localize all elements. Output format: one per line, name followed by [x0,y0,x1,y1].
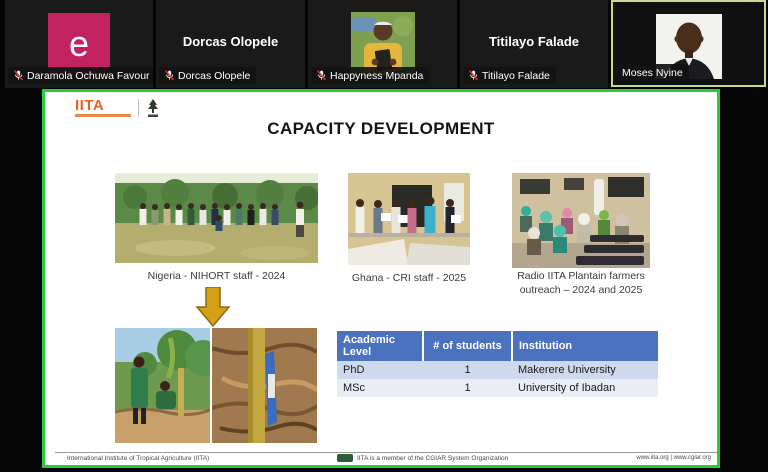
cell-level: PhD [337,361,423,379]
participant-name: Happyness Mpanda [330,70,423,82]
cell-count: 1 [423,361,512,379]
photo-nigeria-group [115,173,318,263]
cgiar-tree-icon [146,99,160,118]
logo-divider [138,99,139,117]
header-num-students: # of students [423,331,512,361]
participant-name: Dorcas Olopele [178,70,250,82]
footer-center-group: IITA is a member of the CGIAR System Org… [337,454,508,462]
shared-screen-viewport: IITA CAPACITY DEVELOPMENT [42,89,720,468]
participant-name-tag: Moses Nyine [616,64,689,81]
presentation-slide: IITA CAPACITY DEVELOPMENT [45,92,717,465]
participant-center-name: Dorcas Olopele [156,34,305,49]
down-arrow-icon [195,287,231,327]
cell-institution: Makerere University [512,361,658,379]
mic-muted-icon [14,70,23,81]
table-header-row: Academic Level # of students Institution [337,331,658,361]
caption-ghana: Ghana - CRI staff - 2025 [348,272,470,284]
participant-tile-dorcas[interactable]: Dorcas Olopele Dorcas Olopele [156,0,305,88]
caption-radio-line2: outreach – 2024 and 2025 [512,284,650,296]
caption-radio-line1: Radio IITA Plantain farmers [512,270,650,282]
participant-name: Moses Nyine [622,67,683,79]
cell-count: 1 [423,379,512,397]
participant-name-tag: Dorcas Olopele [159,67,256,84]
slide-logo-group: IITA [75,99,160,118]
photo-field-work [115,328,210,443]
cell-institution: University of Ibadan [512,379,658,397]
header-institution: Institution [512,331,658,361]
zoom-meeting-window: e Daramola Ochuwa Favour Dorcas Olopele … [0,0,768,472]
participant-tile-titilayo[interactable]: Titilayo Falade Titilayo Falade [460,0,608,88]
participant-name: Daramola Ochuwa Favour [27,70,150,82]
participant-tile-moses-active-speaker[interactable]: Moses Nyine [611,0,766,87]
caption-nigeria: Nigeria - NIHORT staff - 2024 [115,270,318,282]
header-academic-level: Academic Level [337,331,423,361]
cell-level: MSc [337,379,423,397]
students-table: Academic Level # of students Institution… [337,331,658,397]
mic-muted-icon [317,70,326,81]
footer-websites: www.iita.org | www.cgiar.org [636,455,711,461]
photo-radio-outreach [512,173,650,268]
participant-center-name: Titilayo Falade [460,34,608,49]
avatar: e [48,13,110,75]
footer-center-text: IITA is a member of the CGIAR System Org… [357,455,508,462]
slide-title: CAPACITY DEVELOPMENT [45,119,717,139]
table-row: MSc 1 University of Ibadan [337,379,658,397]
footer-divider [55,452,717,453]
footer-left-text: International Institute of Tropical Agri… [67,455,209,462]
participant-name-tag: Titilayo Falade [463,67,556,84]
table-row: PhD 1 Makerere University [337,361,658,379]
iita-logo: IITA [75,99,131,117]
participant-tile-daramola[interactable]: e Daramola Ochuwa Favour [5,0,153,88]
participant-name-tag: Happyness Mpanda [311,67,429,84]
cgiar-badge-icon [337,454,353,462]
mic-muted-icon [165,70,174,81]
mic-muted-icon [469,70,478,81]
participant-tile-happyness[interactable]: Happyness Mpanda [308,0,457,88]
photo-stem-tag [212,328,317,443]
photo-ghana-staff [348,173,470,265]
participant-name-tag: Daramola Ochuwa Favour [8,67,153,84]
participant-name: Titilayo Falade [482,70,550,82]
